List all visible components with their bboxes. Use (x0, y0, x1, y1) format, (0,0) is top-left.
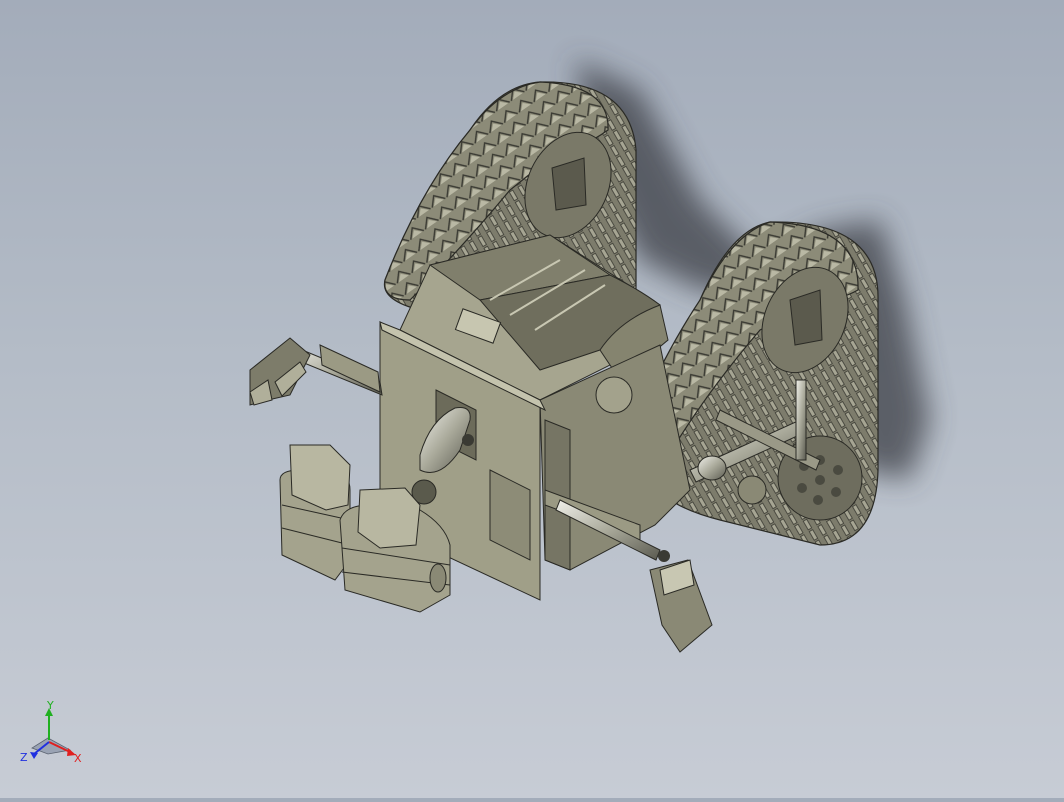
triad-z-arrow (30, 752, 38, 759)
triad-z-label: Z (20, 751, 28, 764)
orientation-triad[interactable]: Y X Z (18, 699, 88, 770)
battery-pack-left[interactable] (279, 444, 351, 581)
triad-y-label: Y (46, 700, 54, 712)
cad-3d-viewport[interactable] (0, 0, 1064, 798)
triad-x-label: X (74, 752, 82, 765)
left-arm[interactable] (249, 337, 383, 406)
robot-model[interactable] (0, 0, 1064, 798)
